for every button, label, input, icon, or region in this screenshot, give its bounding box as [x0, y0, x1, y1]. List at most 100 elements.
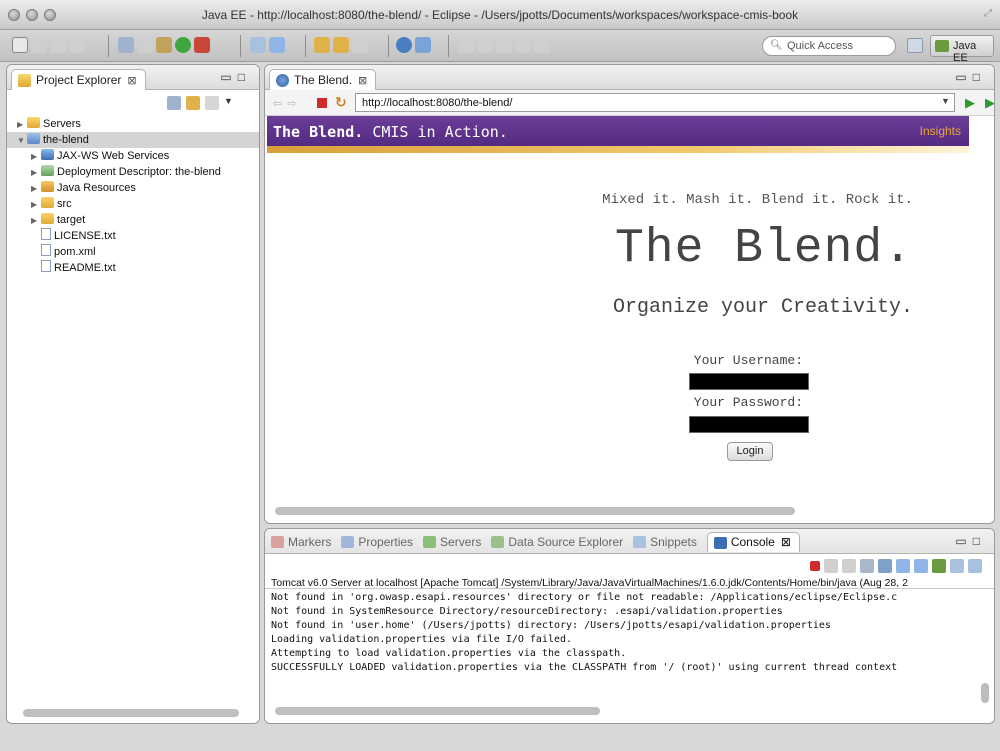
search-icon[interactable]: [352, 37, 368, 53]
stop-icon[interactable]: [317, 98, 327, 108]
collapse-all-icon[interactable]: [167, 96, 181, 110]
new-web-service-icon[interactable]: [269, 37, 285, 53]
horizontal-scrollbar[interactable]: [23, 709, 239, 717]
toolbar-separator: [108, 35, 109, 57]
tree-item[interactable]: pom.xml: [17, 244, 259, 260]
page-horizontal-scrollbar[interactable]: [275, 507, 795, 515]
tab-console[interactable]: Console ⊠: [706, 532, 800, 552]
collapsed-twisty-icon[interactable]: ▶: [17, 117, 27, 133]
collapsed-twisty-icon[interactable]: ▶: [31, 197, 41, 213]
insights-link[interactable]: Insights: [920, 124, 961, 138]
last-edit-icon[interactable]: [496, 37, 512, 53]
clear-console-icon[interactable]: [860, 559, 874, 573]
open-console-icon[interactable]: [968, 559, 982, 573]
minimize-view-icon[interactable]: ▭: [955, 70, 972, 84]
console-vertical-scrollbar[interactable]: [981, 683, 989, 703]
skip-breakpoints-icon[interactable]: [118, 37, 134, 53]
show-on-stdout-icon[interactable]: [896, 559, 910, 573]
tree-item[interactable]: ▶ Deployment Descriptor: the-blend: [17, 164, 259, 181]
open-type-icon[interactable]: [314, 37, 330, 53]
tab-label: Servers: [440, 535, 482, 549]
debug-icon[interactable]: [156, 37, 172, 53]
run-icon[interactable]: [175, 37, 191, 53]
file-icon: [41, 244, 51, 256]
save-all-icon[interactable]: [50, 37, 66, 53]
url-text: http://localhost:8080/the-blend/: [362, 97, 513, 109]
view-menu-icon[interactable]: ▼: [224, 96, 234, 110]
tree-item[interactable]: README.txt: [17, 260, 259, 276]
login-button[interactable]: Login: [727, 442, 773, 461]
next-annotation-icon[interactable]: [458, 37, 474, 53]
tree-item[interactable]: ▶ src: [17, 196, 259, 213]
collapsed-twisty-icon[interactable]: ▶: [31, 181, 41, 197]
save-icon[interactable]: [31, 37, 47, 53]
collapsed-twisty-icon[interactable]: ▶: [31, 165, 41, 181]
close-tab-icon[interactable]: ⊠: [781, 535, 791, 549]
minimize-view-icon[interactable]: ▭: [220, 70, 237, 84]
quick-access-placeholder: Quick Access: [787, 40, 854, 52]
refresh-icon[interactable]: ↻: [335, 94, 347, 111]
username-field[interactable]: [689, 373, 809, 390]
minimize-view-icon[interactable]: ▭: [955, 534, 972, 548]
pin-console-icon[interactable]: [932, 559, 946, 573]
password-field[interactable]: [689, 416, 809, 433]
focus-icon[interactable]: [205, 96, 219, 110]
file-icon: [41, 228, 51, 240]
remove-launch-icon[interactable]: [824, 559, 838, 573]
back-forward-icons[interactable]: ⇦⇨: [273, 97, 301, 110]
tab-data-source-explorer[interactable]: Data Source Explorer: [491, 535, 623, 552]
new-server-icon[interactable]: [250, 37, 266, 53]
expanded-twisty-icon[interactable]: ▼: [17, 133, 27, 149]
url-history-dropdown-icon[interactable]: ▼: [941, 96, 950, 106]
tree-item[interactable]: ▶ Servers: [17, 116, 259, 133]
tree-item[interactable]: ▶ Java Resources: [17, 180, 259, 197]
globe-icon: [276, 74, 289, 87]
tab-markers[interactable]: Markers: [271, 535, 331, 552]
scroll-lock-icon[interactable]: [878, 559, 892, 573]
open-task-icon[interactable]: [333, 37, 349, 53]
maximize-view-icon[interactable]: □: [973, 534, 986, 548]
folder-icon: [41, 197, 54, 208]
tree-item[interactable]: LICENSE.txt: [17, 228, 259, 244]
tree-item[interactable]: ▶ JAX-WS Web Services: [17, 148, 259, 165]
tree-item[interactable]: ▼ the-blend: [7, 132, 259, 149]
previous-annotation-icon[interactable]: [477, 37, 493, 53]
perspective-java-ee-button[interactable]: Java EE: [930, 35, 994, 64]
new-file-icon[interactable]: [12, 37, 28, 53]
close-tab-icon[interactable]: ⊠: [127, 75, 136, 87]
deploy-icon[interactable]: [415, 37, 431, 53]
tab-servers[interactable]: Servers: [423, 535, 481, 552]
print-icon[interactable]: [69, 37, 85, 53]
password-label: Your Password:: [693, 395, 803, 410]
console-horizontal-scrollbar[interactable]: [275, 707, 600, 715]
tree-item[interactable]: ▶ target: [17, 212, 259, 229]
java-ee-perspective-icon: [935, 40, 949, 52]
show-on-stderr-icon[interactable]: [914, 559, 928, 573]
open-perspective-icon[interactable]: [907, 38, 923, 53]
play-icon[interactable]: ▶: [985, 95, 994, 111]
web-browser-icon[interactable]: [396, 37, 412, 53]
url-input[interactable]: http://localhost:8080/the-blend/: [355, 93, 955, 112]
console-output[interactable]: Not found in 'org.owasp.esapi.resources'…: [271, 591, 981, 675]
close-tab-icon[interactable]: ⊠: [358, 75, 367, 87]
tab-snippets[interactable]: Snippets: [633, 535, 697, 552]
tab-properties[interactable]: Properties: [341, 535, 413, 552]
quick-access-field[interactable]: 🔍︎ Quick Access: [762, 36, 896, 56]
back-icon[interactable]: [515, 37, 531, 53]
collapsed-twisty-icon[interactable]: ▶: [31, 213, 41, 229]
external-tools-icon[interactable]: [194, 37, 210, 53]
display-selected-console-icon[interactable]: [950, 559, 964, 573]
browser-navigation-bar: ⇦⇨ ↻ http://localhost:8080/the-blend/ ▼ …: [265, 90, 994, 116]
terminate-icon[interactable]: [810, 561, 820, 571]
forward-icon[interactable]: [534, 37, 550, 53]
maximize-view-icon[interactable]: □: [973, 70, 986, 84]
tab-the-blend[interactable]: The Blend. ⊠: [269, 69, 377, 90]
search-icon: 🔍︎: [770, 40, 783, 51]
remove-all-terminated-icon[interactable]: [842, 559, 856, 573]
maximize-view-icon[interactable]: □: [238, 70, 251, 84]
go-icon[interactable]: ▶: [965, 95, 975, 111]
tab-project-explorer[interactable]: Project Explorer ⊠: [11, 69, 146, 90]
link-with-editor-icon[interactable]: [186, 96, 200, 110]
fullscreen-icon[interactable]: ⤢: [984, 8, 992, 19]
collapsed-twisty-icon[interactable]: ▶: [31, 149, 41, 165]
